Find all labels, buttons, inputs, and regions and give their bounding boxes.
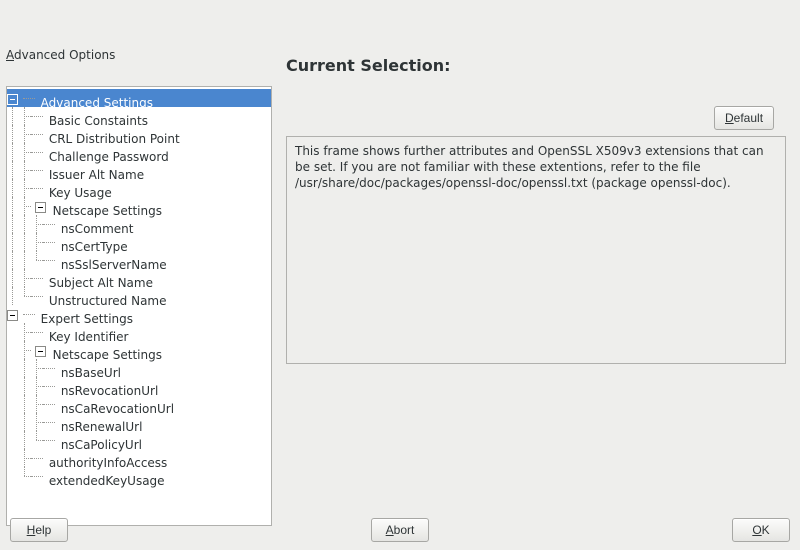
tree-node-netscape-settings-2[interactable]: Netscape Settings — [7, 341, 271, 359]
collapse-icon[interactable] — [35, 346, 46, 357]
tree-node-nsrevocationurl[interactable]: nsRevocationUrl — [7, 377, 271, 395]
bottom-button-bar: Help Abort OK — [6, 514, 794, 542]
tree-node-subject-alt-name[interactable]: Subject Alt Name — [7, 269, 271, 287]
tree-node-issuer-alt-name[interactable]: Issuer Alt Name — [7, 161, 271, 179]
tree-node-authorityinfoaccess[interactable]: authorityInfoAccess — [7, 449, 271, 467]
dialog-root: Advanced Options Advanced Settings Basic… — [0, 0, 800, 550]
tree-label: Advanced Options — [6, 48, 272, 62]
info-frame: This frame shows further attributes and … — [286, 136, 786, 364]
tree-node-nscerttype[interactable]: nsCertType — [7, 233, 271, 251]
tree-node-advanced-settings[interactable]: Advanced Settings — [7, 89, 271, 107]
tree-node-nssslservername[interactable]: nsSslServerName — [7, 251, 271, 269]
collapse-icon[interactable] — [7, 310, 18, 321]
left-pane: Advanced Options — [6, 48, 272, 66]
options-tree[interactable]: Advanced Settings Basic Constaints CRL D… — [6, 86, 272, 526]
tree-node-nsrenewalurl[interactable]: nsRenewalUrl — [7, 413, 271, 431]
tree-node-netscape-settings-1[interactable]: Netscape Settings — [7, 197, 271, 215]
tree-node-crl-distribution-point[interactable]: CRL Distribution Point — [7, 125, 271, 143]
tree-node-extendedkeyusage[interactable]: extendedKeyUsage — [7, 467, 271, 485]
current-selection-heading: Current Selection: — [286, 56, 450, 75]
abort-button[interactable]: Abort — [371, 518, 429, 542]
tree-node-challenge-password[interactable]: Challenge Password — [7, 143, 271, 161]
tree-node-unstructured-name[interactable]: Unstructured Name — [7, 287, 271, 305]
help-button[interactable]: Help — [10, 518, 68, 542]
tree-node-nscarevocationurl[interactable]: nsCaRevocationUrl — [7, 395, 271, 413]
collapse-icon[interactable] — [35, 202, 46, 213]
default-button[interactable]: Default — [714, 106, 774, 130]
collapse-icon[interactable] — [7, 94, 18, 105]
info-text: This frame shows further attributes and … — [295, 144, 764, 190]
tree-node-key-identifier[interactable]: Key Identifier — [7, 323, 271, 341]
tree-node-nscapolicyurl[interactable]: nsCaPolicyUrl — [7, 431, 271, 449]
ok-button[interactable]: OK — [732, 518, 790, 542]
tree-node-basic-constraints[interactable]: Basic Constaints — [7, 107, 271, 125]
